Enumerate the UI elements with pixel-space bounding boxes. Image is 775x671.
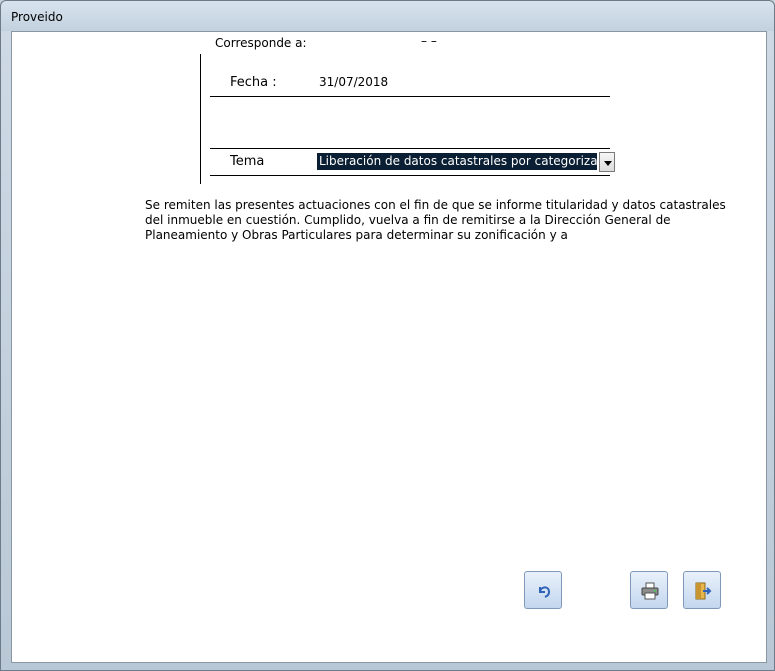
tema-selected-value[interactable]: Liberación de datos catastrales por cate…: [317, 153, 597, 170]
tema-top-line: [210, 148, 610, 149]
tema-bottom-line: [210, 175, 610, 176]
tema-label: Tema: [230, 154, 265, 169]
exit-door-icon: [695, 582, 712, 600]
fecha-label: Fecha :: [230, 75, 277, 90]
corresponde-label: Corresponde a:: [215, 36, 307, 50]
exit-button[interactable]: [683, 571, 721, 609]
tema-dropdown-button[interactable]: [599, 152, 615, 172]
chevron-down-icon: [604, 161, 612, 166]
printer-icon: [641, 582, 659, 600]
print-button[interactable]: [630, 571, 668, 609]
proveido-body-text[interactable]: Se remiten las presentes actuaciones con…: [145, 198, 745, 243]
window-title: Proveido: [11, 10, 63, 24]
fecha-value[interactable]: 31/07/2018: [319, 75, 388, 89]
undo-icon: [539, 586, 551, 598]
left-divider: [200, 54, 201, 184]
fecha-underline: [210, 96, 610, 97]
corresponde-value: – –: [421, 34, 437, 48]
form-client-area: Corresponde a: – – Fecha : 31/07/2018 Te…: [11, 31, 767, 663]
tema-combobox[interactable]: Liberación de datos catastrales por cate…: [317, 152, 615, 172]
title-bar[interactable]: Proveido: [1, 1, 774, 31]
proveido-window: Proveido Corresponde a: – – Fecha : 31/0…: [0, 0, 775, 671]
undo-button[interactable]: [524, 571, 562, 609]
